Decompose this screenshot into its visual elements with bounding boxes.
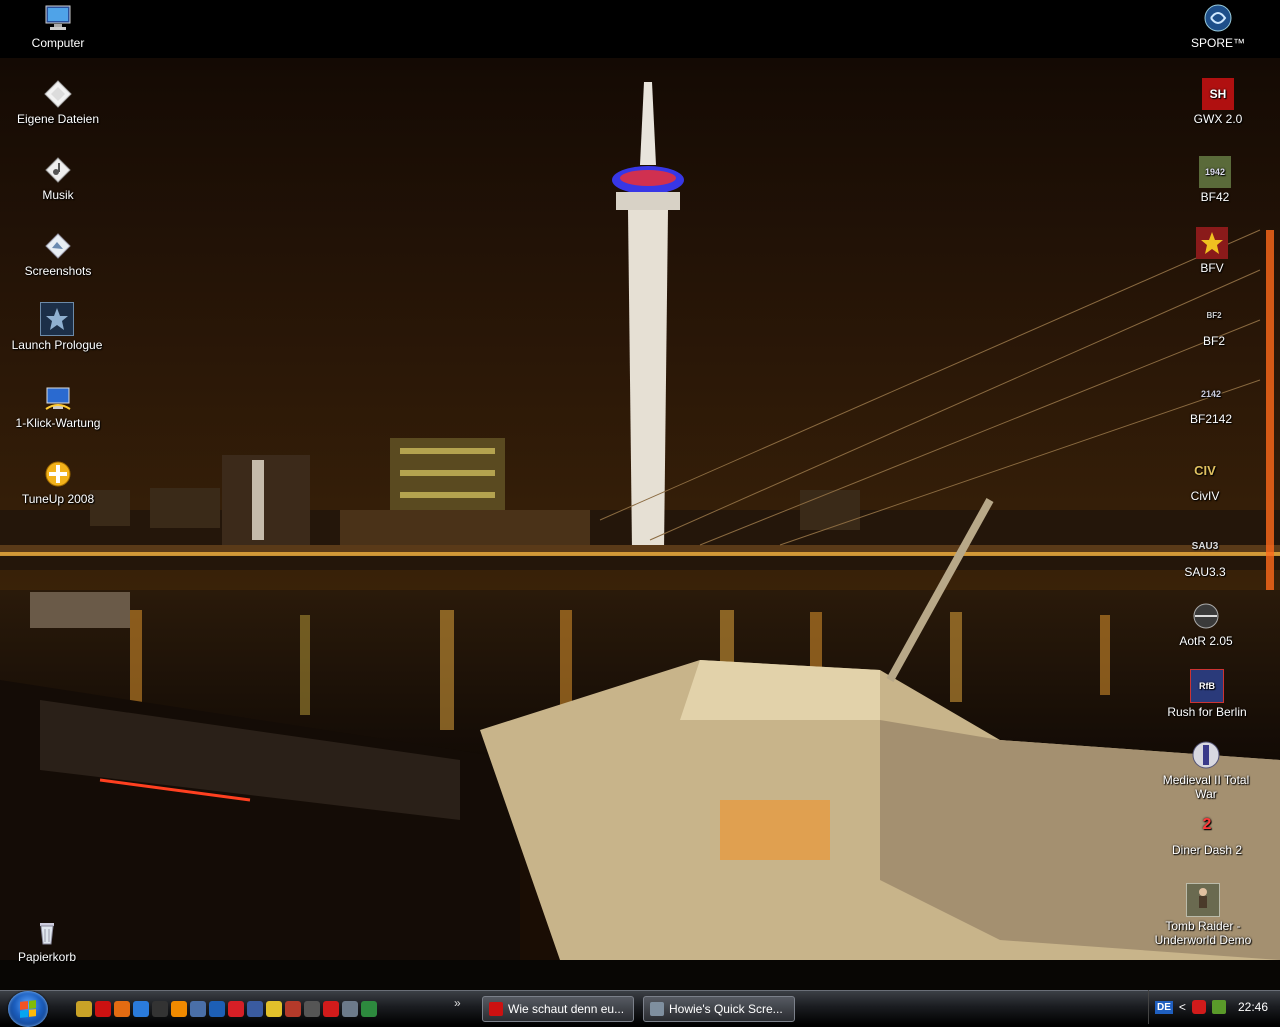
desktop-icon-bf2[interactable]: BF2 BF2: [1159, 300, 1269, 348]
desktop-icon-eigene-dateien[interactable]: Eigene Dateien: [3, 78, 113, 126]
desktop-icon-bf42[interactable]: 1942 BF42: [1160, 156, 1270, 204]
tuneup-icon: [42, 458, 74, 490]
desktop-icon-label: AotR 2.05: [1179, 634, 1233, 648]
desktop-icon-label: BF42: [1200, 190, 1230, 204]
avira-tray-icon[interactable]: [1191, 1000, 1206, 1014]
desktop-icon-label: Musik: [42, 188, 74, 202]
desktop-icon-tuneup-2008[interactable]: TuneUp 2008: [3, 458, 113, 506]
desktop-icon-gwx[interactable]: SH GWX 2.0: [1163, 78, 1273, 126]
nvidia-tray-icon[interactable]: [1211, 1000, 1226, 1014]
maintenance-icon: [42, 382, 74, 414]
desktop-icon-computer[interactable]: Computer: [3, 2, 113, 50]
desktop-icon-papierkorb[interactable]: Papierkorb: [0, 916, 102, 964]
desktop-icon-spore[interactable]: SPORE™: [1163, 2, 1273, 50]
music-folder-icon: [42, 154, 74, 186]
system-tray: DE < 22:46: [1148, 990, 1280, 1024]
screenshot-app-icon: [650, 1002, 664, 1016]
desktop-icon-label: Medieval II Total War: [1162, 773, 1250, 801]
smiley-icon[interactable]: [266, 1001, 282, 1017]
bfv-icon: [1196, 227, 1228, 259]
game-icon[interactable]: [285, 1001, 301, 1017]
desktop-icon-label: BF2: [1202, 334, 1225, 348]
firefox-icon[interactable]: [114, 1001, 130, 1017]
desktop-icon-label: 1-Klick-Wartung: [15, 416, 101, 430]
sau-icon: SAU3: [1191, 541, 1219, 552]
desktop-icon-bfv[interactable]: BFV: [1157, 227, 1267, 275]
internet-explorer-icon[interactable]: [133, 1001, 149, 1017]
desktop-icon-label: TuneUp 2008: [21, 492, 95, 506]
bf2142-icon: 2142: [1200, 389, 1222, 399]
desktop-icon-label: Eigene Dateien: [16, 112, 100, 126]
clock[interactable]: 22:46: [1238, 1000, 1268, 1014]
taskbar: [0, 990, 1280, 1027]
desktop-icon-tomb-raider[interactable]: Tomb Raider - Underworld Demo: [1148, 883, 1258, 947]
civ4-icon: CIV: [1194, 463, 1216, 478]
desktop-icon-aotr[interactable]: AotR 2.05: [1151, 600, 1261, 648]
aotr-icon: [1190, 600, 1222, 632]
desktop-icon-musik[interactable]: Musik: [3, 154, 113, 202]
desktop-icon-label: Tomb Raider - Underworld Demo: [1154, 919, 1252, 947]
diner-dash-icon: 2: [1202, 816, 1212, 833]
printer-icon[interactable]: [342, 1001, 358, 1017]
gwx-icon: SH: [1202, 78, 1234, 110]
messenger-icon[interactable]: [152, 1001, 168, 1017]
saga-icon: [40, 302, 74, 336]
desktop-icon-label: Papierkorb: [17, 950, 77, 964]
vlc-icon[interactable]: [171, 1001, 187, 1017]
computer-icon: [42, 2, 74, 34]
desktop-icon-sau[interactable]: SAU3 SAU3.3: [1150, 531, 1260, 579]
desktop-icon-label: SPORE™: [1190, 36, 1245, 50]
network-icon[interactable]: [247, 1001, 263, 1017]
taskbar-button-screenshot-app[interactable]: Howie's Quick Scre...: [643, 996, 795, 1022]
opera-icon: [489, 1002, 503, 1016]
pictures-folder-icon: [42, 230, 74, 262]
desktop-icon-1-klick-wartung[interactable]: 1-Klick-Wartung: [3, 382, 113, 430]
tomb-raider-icon: [1186, 883, 1220, 917]
desktop-icon-label: BFV: [1200, 261, 1224, 275]
spreadsheet-icon[interactable]: [361, 1001, 377, 1017]
tray-expand-button[interactable]: <: [1179, 1000, 1186, 1014]
window-icon[interactable]: [304, 1001, 320, 1017]
taskbar-button-label: Howie's Quick Scre...: [669, 1002, 783, 1016]
desktop-icon-label: Launch Prologue: [11, 338, 103, 352]
desktop-icon-rush-for-berlin[interactable]: RfB Rush for Berlin: [1152, 669, 1262, 719]
desktop-icon-label: SAU3.3: [1184, 565, 1226, 579]
documents-icon: [42, 78, 74, 110]
desktop-icon-label: CivIV: [1190, 489, 1220, 503]
opera-icon[interactable]: [95, 1001, 111, 1017]
taskbar-button-browser[interactable]: Wie schaut denn eu...: [482, 996, 634, 1022]
spore-icon: [1202, 2, 1234, 34]
desktop-icon-label: GWX 2.0: [1193, 112, 1243, 126]
rush-for-berlin-icon: RfB: [1190, 669, 1224, 703]
bf42-icon: 1942: [1199, 156, 1231, 188]
desktop-icon-label: BF2142: [1189, 412, 1233, 426]
taskbar-button-label: Wie schaut denn eu...: [508, 1002, 625, 1016]
recycle-bin-icon: [31, 916, 63, 948]
windows-logo-icon: [20, 1000, 36, 1018]
media-player-icon[interactable]: [209, 1001, 225, 1017]
quick-launch-overflow-button[interactable]: »: [454, 996, 461, 1010]
media-center-icon[interactable]: [190, 1001, 206, 1017]
canada-flag-icon[interactable]: [228, 1001, 244, 1017]
desktop-icon-screenshots[interactable]: Screenshots: [3, 230, 113, 278]
desktop-icon-bf2142[interactable]: 2142 BF2142: [1156, 378, 1266, 426]
desktop-icon-label: Computer: [31, 36, 85, 50]
desktop-wallpaper: [0, 0, 1280, 990]
desktop-icon-label: Diner Dash 2: [1171, 843, 1243, 857]
desktop-icon-civ4[interactable]: CIV CivIV: [1150, 455, 1260, 504]
desktop-icon-label: Rush for Berlin: [1167, 705, 1247, 719]
avira-icon[interactable]: [323, 1001, 339, 1017]
desktop-icon-launch-prologue[interactable]: Launch Prologue: [2, 302, 112, 352]
bf2-icon: BF2: [1206, 311, 1222, 320]
desktop-icon-label: Screenshots: [24, 264, 92, 278]
language-indicator[interactable]: DE: [1155, 1000, 1173, 1014]
quick-launch-bar: [76, 999, 377, 1019]
start-button[interactable]: [8, 991, 48, 1027]
show-desktop-icon[interactable]: [76, 1001, 92, 1017]
medieval2-icon: [1190, 739, 1222, 771]
desktop-icon-medieval2[interactable]: Medieval II Total War: [1151, 739, 1261, 801]
desktop-icon-diner-dash[interactable]: 2 Diner Dash 2: [1152, 809, 1262, 858]
